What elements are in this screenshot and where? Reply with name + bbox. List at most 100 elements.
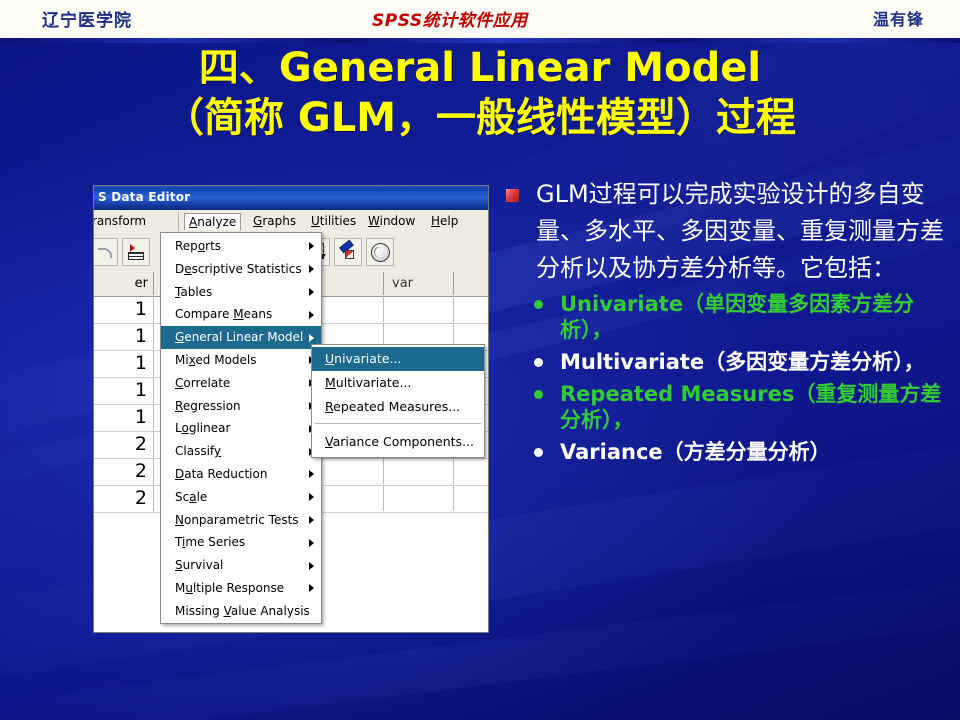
grid-cell[interactable] xyxy=(314,485,384,511)
menu-item-survival[interactable]: Survival xyxy=(161,554,321,577)
menu-window[interactable]: Window xyxy=(364,213,419,229)
submenu-arrow-icon xyxy=(309,493,314,502)
list-item: Multivariate（多因变量方差分析）， xyxy=(530,349,952,375)
submenu-arrow-icon xyxy=(309,515,314,524)
grid-cell[interactable]: 1 xyxy=(94,350,154,376)
submenu-item-variance-components[interactable]: Variance Components... xyxy=(312,430,484,454)
menu-item-tables[interactable]: Tables xyxy=(161,281,321,304)
grid-cell[interactable] xyxy=(384,296,454,322)
round-bullet-icon xyxy=(534,448,543,457)
menu-item-compare-means[interactable]: Compare Means xyxy=(161,303,321,326)
grid-cell[interactable] xyxy=(314,458,384,484)
slide-header: 辽宁医学院 SPSS统计软件应用 温有锋 xyxy=(0,0,960,38)
menu-separator xyxy=(315,423,481,425)
menu-graphs[interactable]: Graphs xyxy=(249,213,300,229)
menu-item-label: Survival xyxy=(175,558,224,573)
grid-cell[interactable] xyxy=(454,485,488,511)
grid-col-header-6[interactable] xyxy=(454,272,488,295)
grid-col-header-var[interactable]: var xyxy=(384,272,454,295)
spss-window-title: S Data Editor xyxy=(98,190,191,204)
menu-item-general-linear-model[interactable]: General Linear Model xyxy=(161,326,321,349)
menu-transform[interactable]: ransform xyxy=(94,213,150,229)
split-file-icon[interactable] xyxy=(366,238,394,266)
submenu-item-repeated-measures[interactable]: Repeated Measures... xyxy=(312,395,484,419)
submenu-item-multivariate[interactable]: Multivariate... xyxy=(312,371,484,395)
page-title-line2: （简称 GLM，一般线性模型）过程 xyxy=(163,95,797,141)
submenu-arrow-icon xyxy=(309,310,314,319)
list-item-label: Variance（方差分量分析） xyxy=(560,440,831,464)
grid-cell[interactable] xyxy=(314,296,384,322)
menu-item-label: Correlate xyxy=(175,375,231,390)
undo-icon[interactable] xyxy=(94,238,118,266)
list-item-label: Univariate（单因变量多因素方差分析）， xyxy=(560,292,915,342)
round-bullet-icon xyxy=(534,358,543,367)
menu-item-label: General Linear Model xyxy=(175,330,304,345)
submenu-arrow-icon xyxy=(309,561,314,570)
menu-item-descriptive-statistics[interactable]: Descriptive Statistics xyxy=(161,258,321,281)
value-labels-icon[interactable] xyxy=(334,238,362,266)
grid-cell[interactable]: 1 xyxy=(94,377,154,403)
submenu-arrow-icon xyxy=(309,584,314,593)
grid-cell[interactable] xyxy=(454,296,488,322)
menu-analyze[interactable]: Analyze xyxy=(184,213,242,230)
menu-item-label: Multiple Response xyxy=(175,580,285,595)
spss-window-titlebar: S Data Editor xyxy=(94,186,488,210)
header-author: 温有锋 xyxy=(872,10,924,29)
menu-item-missing-value-analysis[interactable]: Missing Value Analysis xyxy=(161,600,321,623)
grid-cell[interactable] xyxy=(384,458,454,484)
paragraph-block: GLM过程可以完成实验设计的多自变量、多水平、多因变量、重复测量方差分析以及协方… xyxy=(500,176,952,287)
grid-cell[interactable]: 2 xyxy=(94,458,154,484)
menu-item-scale[interactable]: Scale xyxy=(161,486,321,509)
list-item-label: Multivariate（多因变量方差分析）， xyxy=(560,350,925,374)
submenu-item-univariate[interactable]: Univariate... xyxy=(312,347,484,371)
menu-item-time-series[interactable]: Time Series xyxy=(161,531,321,554)
menu-item-loglinear[interactable]: Loglinear xyxy=(161,417,321,440)
general-linear-model-submenu[interactable]: Univariate... Multivariate... Repeated Mea… xyxy=(311,344,485,458)
grid-cell[interactable]: 1 xyxy=(94,296,154,322)
menu-item-correlate[interactable]: Correlate xyxy=(161,372,321,395)
go-to-case-icon[interactable] xyxy=(122,238,150,266)
menu-item-nonparametric-tests[interactable]: Nonparametric Tests xyxy=(161,509,321,532)
menu-item-label: Missing Value Analysis xyxy=(175,603,310,618)
menu-item-multiple-response[interactable]: Multiple Response xyxy=(161,577,321,600)
menu-item-label: Reports xyxy=(175,239,222,253)
spss-screenshot: S Data Editor ransform Analyze Graphs Ut… xyxy=(94,186,488,632)
round-bullet-icon xyxy=(534,300,543,309)
header-institution: 辽宁医学院 xyxy=(42,11,132,31)
menu-item-reports[interactable]: Reports xyxy=(161,235,321,258)
menubar-separator xyxy=(178,211,179,231)
grid-cell[interactable]: 1 xyxy=(94,404,154,430)
grid-cell[interactable] xyxy=(454,458,488,484)
spss-menubar: ransform Analyze Graphs Utilities Window… xyxy=(94,210,488,233)
header-divider xyxy=(0,38,960,43)
list-item-label: Repeated Measures（重复测量方差分析）， xyxy=(560,382,942,432)
page-title: 四、General Linear Model （简称 GLM，一般线性模型）过程 xyxy=(0,48,960,138)
analyze-dropdown-menu[interactable]: Reports Descriptive Statistics Tables Compa… xyxy=(160,232,322,624)
submenu-arrow-icon xyxy=(309,287,314,296)
menu-help[interactable]: Help xyxy=(427,213,462,229)
menu-item-regression[interactable]: Regression xyxy=(161,395,321,418)
header-course-title: SPSS统计软件应用 xyxy=(372,11,528,31)
list-item: Univariate（单因变量多因素方差分析）， xyxy=(530,291,952,343)
grid-cell[interactable]: 1 xyxy=(94,323,154,349)
menu-item-mixed-models[interactable]: Mixed Models xyxy=(161,349,321,372)
submenu-arrow-icon xyxy=(309,265,314,274)
square-bullet-icon xyxy=(506,189,519,202)
menu-utilities[interactable]: Utilities xyxy=(307,213,360,229)
menu-item-label: Compare Means xyxy=(175,307,273,322)
menu-item-data-reduction[interactable]: Data Reduction xyxy=(161,463,321,486)
grid-col-header-4[interactable] xyxy=(314,272,384,295)
menu-item-label: Loglinear xyxy=(175,421,231,436)
submenu-item-label: Univariate... xyxy=(325,351,402,366)
submenu-arrow-icon xyxy=(309,242,314,251)
submenu-item-label: Multivariate... xyxy=(325,375,412,390)
grid-cell[interactable]: 2 xyxy=(94,431,154,457)
menu-item-label: Data Reduction xyxy=(175,466,268,481)
submenu-item-label: Repeated Measures... xyxy=(325,399,461,414)
menu-item-classify[interactable]: Classify xyxy=(161,440,321,463)
list-item: Repeated Measures（重复测量方差分析）， xyxy=(530,381,952,433)
grid-col-header-0[interactable]: er xyxy=(94,272,154,295)
round-bullet-icon xyxy=(534,390,543,399)
grid-cell[interactable]: 2 xyxy=(94,485,154,511)
grid-cell[interactable] xyxy=(384,485,454,511)
